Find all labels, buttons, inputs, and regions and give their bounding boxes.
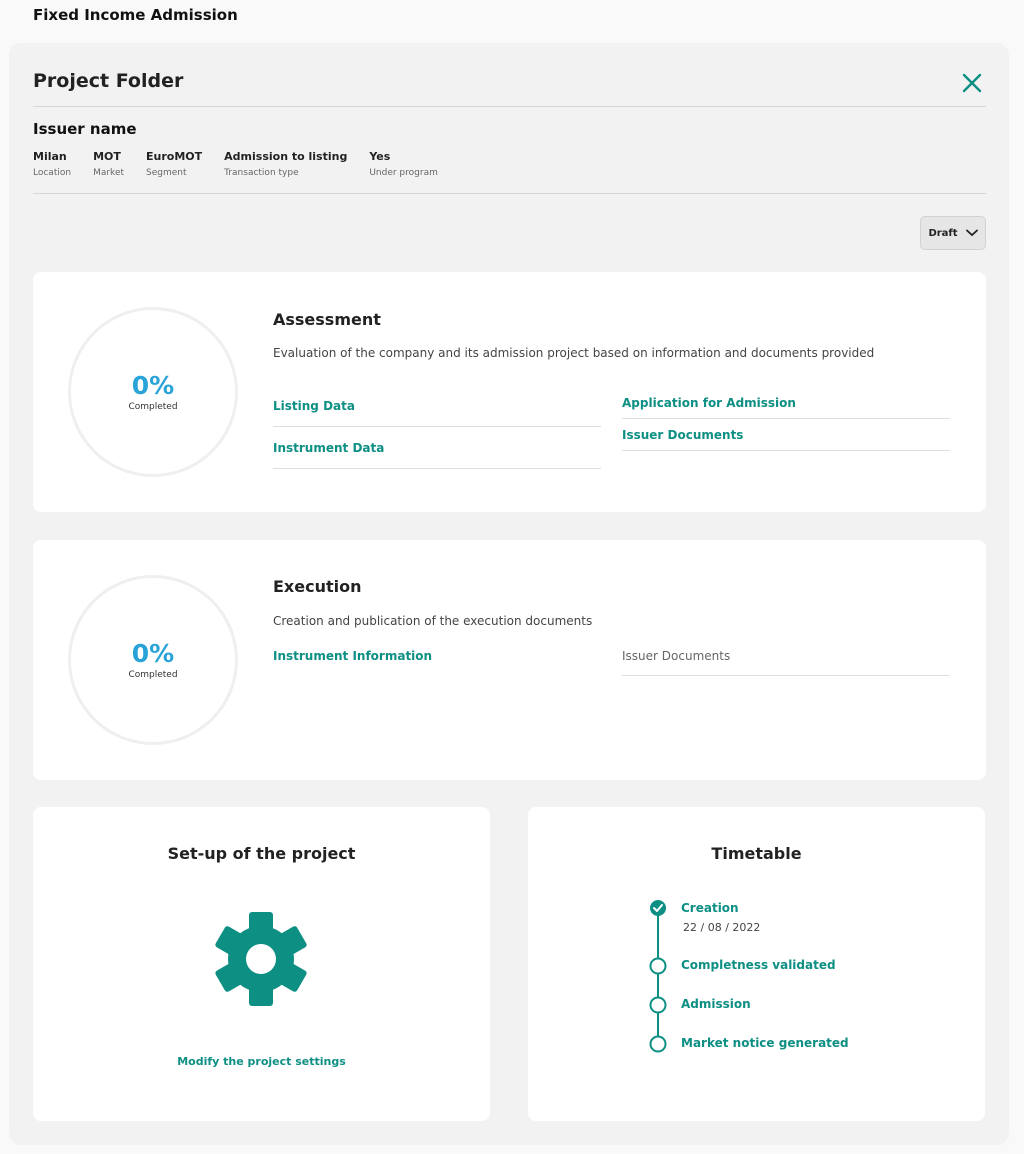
timeline-step-market-notice: Market notice generated [681,1036,849,1050]
issuer-meta: Milan Location MOT Market EuroMOT Segmen… [33,150,460,179]
timeline-step-done-icon [650,900,666,916]
project-folder-panel: Project Folder Issuer name Milan Locatio… [9,43,1009,1145]
modify-settings-link[interactable]: Modify the project settings [33,1055,490,1068]
assessment-progress-ring: 0% Completed [68,307,238,477]
meta-value: EuroMOT [146,150,203,163]
execution-description: Creation and publication of the executio… [273,614,593,628]
meta-value: MOT [93,150,121,163]
link-issuer-documents[interactable]: Issuer Documents [622,428,743,442]
assessment-title: Assessment [273,310,381,329]
execution-progress-label: Completed [128,670,178,680]
timeline-step-pending-icon [649,1035,667,1053]
timeline-step-date: 22 / 08 / 2022 [683,921,761,934]
divider [33,193,986,194]
link-listing-data[interactable]: Listing Data [273,399,355,413]
close-button[interactable] [959,70,985,96]
assessment-description: Evaluation of the company and its admiss… [273,346,875,360]
timeline-step-creation: Creation [681,901,739,915]
link-application-for-admission[interactable]: Application for Admission [622,396,796,410]
link-divider [622,675,950,676]
assessment-progress-value: 0% [131,371,175,400]
execution-progress-value: 0% [131,639,175,668]
link-execution-issuer-documents[interactable]: Issuer Documents [622,649,730,663]
chevron-down-icon [965,229,978,237]
meta-label: Market [93,168,125,178]
meta-market: MOT Market [93,150,124,179]
meta-value: Milan [33,150,67,163]
link-divider [273,426,601,427]
close-icon [962,73,982,93]
link-instrument-information[interactable]: Instrument Information [273,649,432,663]
meta-transaction-type: Admission to listing Transaction type [224,150,347,179]
timetable-title: Timetable [711,844,802,863]
timeline-step-completness-validated: Completness validated [681,958,836,972]
meta-label: Transaction type [224,168,299,178]
execution-card: 0% Completed Execution Creation and publ… [33,540,986,780]
assessment-progress-label: Completed [128,402,178,412]
assessment-card: 0% Completed Assessment Evaluation of th… [33,272,986,512]
link-divider [622,450,950,451]
meta-segment: EuroMOT Segment [146,150,202,179]
timeline-step-admission: Admission [681,997,751,1011]
status-dropdown[interactable]: Draft [920,216,986,250]
timeline-step-pending-icon [649,996,667,1014]
execution-progress-ring: 0% Completed [68,575,238,745]
timeline-step-pending-icon [649,957,667,975]
gear-icon [215,912,307,1006]
divider [33,106,986,107]
meta-value: Admission to listing [224,150,348,163]
status-value: Draft [928,227,958,239]
meta-value: Yes [369,150,391,163]
execution-title: Execution [273,577,362,596]
panel-title: Project Folder [33,70,184,92]
timeline [649,900,667,1053]
meta-label: Location [33,168,72,178]
issuer-name: Issuer name [33,120,137,138]
meta-label: Segment [146,168,187,178]
meta-label: Under program [369,168,438,178]
setup-title: Set-up of the project [167,844,356,863]
setup-card: Set-up of the project Modify the project… [33,807,490,1121]
timetable-card: Timetable Creation 22 / 08 / 2022 Comple… [528,807,985,1121]
meta-under-program: Yes Under program [369,150,438,179]
link-divider [273,468,601,469]
meta-location: Milan Location [33,150,71,179]
link-divider [622,418,950,419]
app-title: Fixed Income Admission [33,6,238,24]
link-instrument-data[interactable]: Instrument Data [273,441,384,455]
